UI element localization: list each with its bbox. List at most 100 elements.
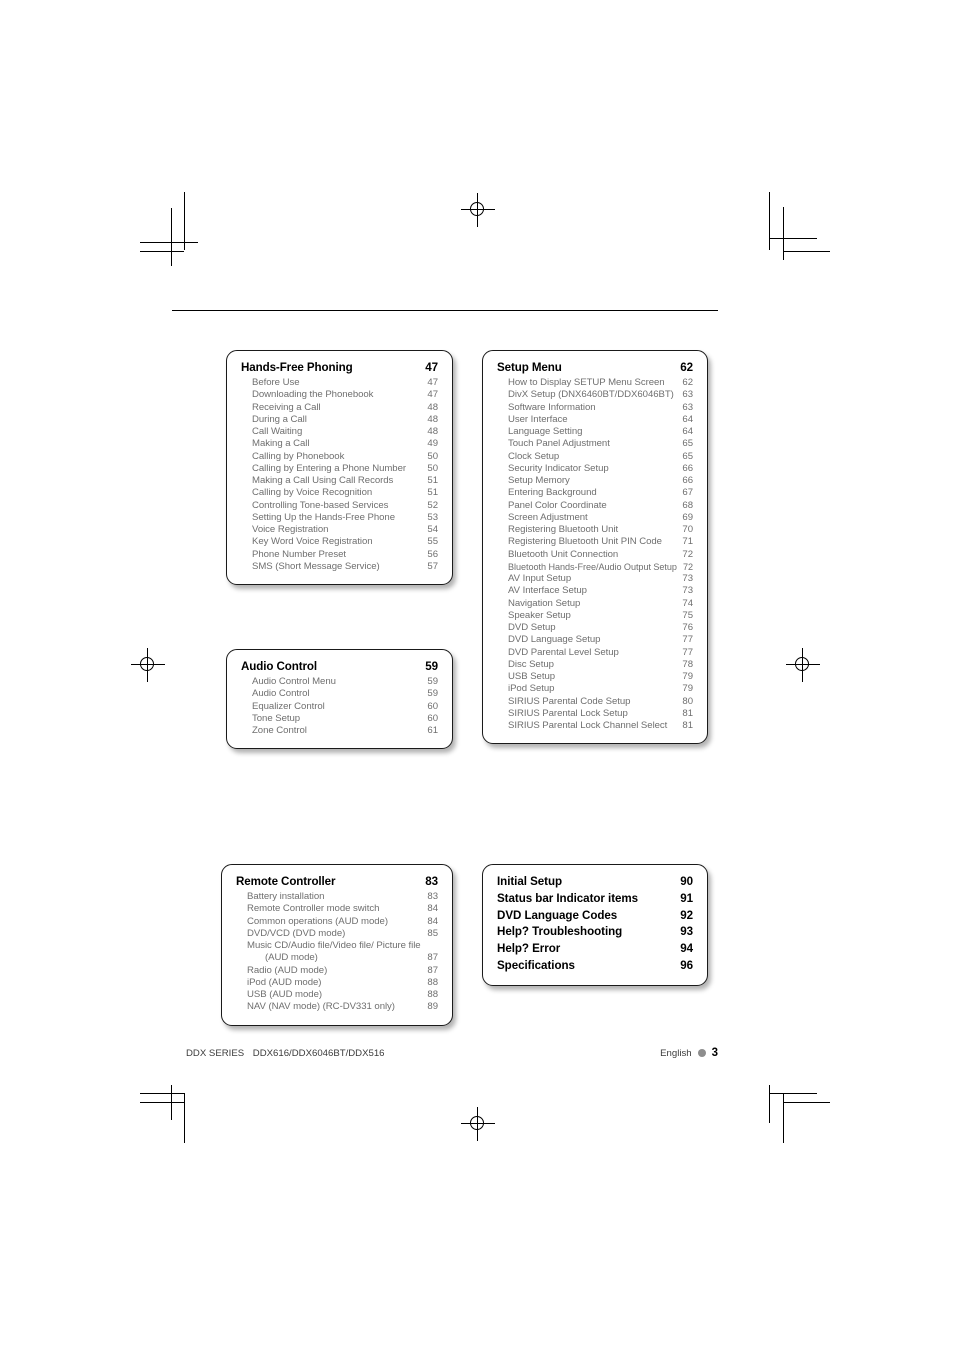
toc-entry-page: 47 xyxy=(427,389,438,401)
toc-entry[interactable]: Zone Control 61 xyxy=(241,725,438,737)
toc-entry[interactable]: Equalizer Control 60 xyxy=(241,701,438,713)
toc-entry[interactable]: Language Setting 64 xyxy=(497,426,693,438)
toc-entry-label: Panel Color Coordinate xyxy=(508,499,607,511)
toc-entry[interactable]: Specifications 96 xyxy=(497,958,693,975)
toc-entry[interactable]: Setup Memory 66 xyxy=(497,475,693,487)
toc-entry[interactable]: DVD Parental Level Setup 77 xyxy=(497,647,693,659)
toc-entry[interactable]: Before Use 47 xyxy=(241,377,438,389)
toc-entry-label: Receiving a Call xyxy=(252,401,321,413)
toc-entry[interactable]: Navigation Setup 74 xyxy=(497,598,693,610)
toc-entry[interactable]: Help? Troubleshooting 93 xyxy=(497,924,693,941)
toc-entry-label: Bluetooth Hands-Free/Audio Output Setup xyxy=(508,561,677,572)
toc-entry[interactable]: Common operations (AUD mode) 84 xyxy=(236,916,438,928)
toc-entry-label: SMS (Short Message Service) xyxy=(252,560,380,572)
toc-entry[interactable]: Call Waiting 48 xyxy=(241,426,438,438)
toc-entry[interactable]: Setting Up the Hands-Free Phone 53 xyxy=(241,512,438,524)
toc-entry[interactable]: Audio Control 59 xyxy=(241,688,438,700)
toc-entry[interactable]: USB Setup 79 xyxy=(497,671,693,683)
toc-entry[interactable]: USB (AUD mode) 88 xyxy=(236,989,438,1001)
toc-entry[interactable]: Entering Background 67 xyxy=(497,487,693,499)
toc-entry[interactable]: Screen Adjustment 69 xyxy=(497,512,693,524)
toc-entry-page: 87 xyxy=(427,964,438,976)
toc-entry[interactable]: DVD Setup 76 xyxy=(497,622,693,634)
toc-box-appendix: Initial Setup 90 Status bar Indicator ite… xyxy=(482,864,708,986)
toc-entry[interactable]: Software Information 63 xyxy=(497,402,693,414)
toc-entry[interactable]: Registering Bluetooth Unit PIN Code 71 xyxy=(497,536,693,548)
toc-entry-label: User Interface xyxy=(508,413,568,425)
toc-entry[interactable]: How to Display SETUP Menu Screen 62 xyxy=(497,377,693,389)
footer-model-info: DDX SERIES DDX616/DDX6046BT/DDX516 xyxy=(186,1048,385,1059)
toc-entry[interactable]: Remote Controller mode switch 84 xyxy=(236,903,438,915)
toc-entry[interactable]: iPod (AUD mode) 88 xyxy=(236,977,438,989)
toc-entry-label: Audio Control xyxy=(252,688,310,700)
toc-entry[interactable]: User Interface 64 xyxy=(497,414,693,426)
toc-entry[interactable]: SIRIUS Parental Code Setup 80 xyxy=(497,696,693,708)
toc-entry-label: Calling by Entering a Phone Number xyxy=(252,462,407,474)
toc-entry-label: Battery installation xyxy=(247,891,325,902)
toc-entry[interactable]: Touch Panel Adjustment 65 xyxy=(497,438,693,450)
toc-entry[interactable]: SIRIUS Parental Lock Channel Select 81 xyxy=(497,720,693,732)
toc-entry[interactable]: Initial Setup 90 xyxy=(497,874,693,891)
toc-entry[interactable]: Audio Control Menu 59 xyxy=(241,676,438,688)
toc-entry-label: Registering Bluetooth Unit xyxy=(508,524,619,535)
toc-entry[interactable]: SMS (Short Message Service) 57 xyxy=(241,561,438,573)
toc-entry-page: 81 xyxy=(682,720,693,731)
toc-entry-label: DVD Parental Level Setup xyxy=(508,646,619,658)
toc-entry[interactable]: NAV (NAV mode) (RC-DV331 only) 89 xyxy=(236,1001,438,1013)
toc-list: Before Use 47 Downloading the Phonebook 47… xyxy=(241,377,438,573)
toc-entry-label: Language Setting xyxy=(508,426,583,437)
toc-entry-page: 94 xyxy=(680,942,693,956)
toc-entry[interactable]: Voice Registration 54 xyxy=(241,524,438,536)
toc-entry-page: 65 xyxy=(682,438,693,450)
toc-entry[interactable]: Help? Error 94 xyxy=(497,941,693,958)
toc-entry-page: 66 xyxy=(682,475,693,486)
toc-entry[interactable]: Receiving a Call 48 xyxy=(241,402,438,414)
toc-entry[interactable]: Disc Setup 78 xyxy=(497,659,693,671)
toc-entry-page: 96 xyxy=(680,958,693,972)
toc-entry[interactable]: Battery installation 83 xyxy=(236,891,438,903)
toc-entry[interactable]: Clock Setup 65 xyxy=(497,451,693,463)
toc-entry[interactable]: Calling by Phonebook 50 xyxy=(241,451,438,463)
toc-entry[interactable]: Making a Call Using Call Records 51 xyxy=(241,475,438,487)
toc-entry-page: 59 xyxy=(427,688,438,700)
toc-entry[interactable]: DivX Setup (DNX6460BT/DDX6046BT) 63 xyxy=(497,389,693,401)
toc-entry[interactable]: Key Word Voice Registration 55 xyxy=(241,536,438,548)
toc-entry-page: 51 xyxy=(427,475,438,486)
toc-entry[interactable]: Tone Setup 60 xyxy=(241,713,438,725)
toc-entry-label: AV Interface Setup xyxy=(508,585,587,597)
toc-entry-page: 57 xyxy=(427,560,438,572)
toc-entry[interactable]: Panel Color Coordinate 68 xyxy=(497,500,693,512)
toc-entry[interactable]: AV Interface Setup 73 xyxy=(497,585,693,597)
toc-entry-label: Before Use xyxy=(252,377,300,388)
toc-box-title: Setup Menu xyxy=(497,361,562,374)
toc-entry[interactable]: Status bar Indicator items 91 xyxy=(497,891,693,908)
toc-entry[interactable]: During a Call 48 xyxy=(241,414,438,426)
toc-box-remote-controller: Remote Controller 83 Battery installatio… xyxy=(221,864,453,1026)
toc-entry[interactable]: Calling by Voice Recognition 51 xyxy=(241,487,438,499)
toc-entry[interactable]: AV Input Setup 73 xyxy=(497,573,693,585)
toc-entry[interactable]: Radio (AUD mode) 87 xyxy=(236,965,438,977)
toc-entry-multiline[interactable]: Music CD/Audio file/Video file/ Picture … xyxy=(236,940,438,965)
toc-entry-page: 79 xyxy=(682,671,693,682)
toc-entry-label: AV Input Setup xyxy=(508,573,572,584)
toc-entry[interactable]: DVD/VCD (DVD mode) 85 xyxy=(236,928,438,940)
toc-entry[interactable]: Speaker Setup 75 xyxy=(497,610,693,622)
toc-entry-page: 69 xyxy=(682,511,693,523)
toc-entry[interactable]: Registering Bluetooth Unit 70 xyxy=(497,524,693,536)
toc-entry[interactable]: Making a Call 49 xyxy=(241,438,438,450)
toc-entry[interactable]: Phone Number Preset 56 xyxy=(241,549,438,561)
toc-entry[interactable]: Bluetooth Unit Connection 72 xyxy=(497,549,693,561)
toc-entry[interactable]: Security Indicator Setup 66 xyxy=(497,463,693,475)
toc-entry[interactable]: Downloading the Phonebook 47 xyxy=(241,389,438,401)
footer-models: DDX616/DDX6046BT/DDX516 xyxy=(252,1047,385,1059)
toc-entry[interactable]: DVD Language Codes 92 xyxy=(497,908,693,925)
toc-entry[interactable]: SIRIUS Parental Lock Setup 81 xyxy=(497,708,693,720)
registration-mark-top xyxy=(461,193,495,227)
toc-entry-page: 61 xyxy=(427,725,438,736)
toc-entry-page: 89 xyxy=(427,1001,438,1013)
toc-entry[interactable]: iPod Setup 79 xyxy=(497,683,693,695)
toc-entry[interactable]: Controlling Tone-based Services 52 xyxy=(241,500,438,512)
toc-entry[interactable]: Calling by Entering a Phone Number 50 xyxy=(241,463,438,475)
toc-entry[interactable]: DVD Language Setup 77 xyxy=(497,634,693,646)
toc-entry[interactable]: Bluetooth Hands-Free/Audio Output Setup 7… xyxy=(497,561,693,573)
